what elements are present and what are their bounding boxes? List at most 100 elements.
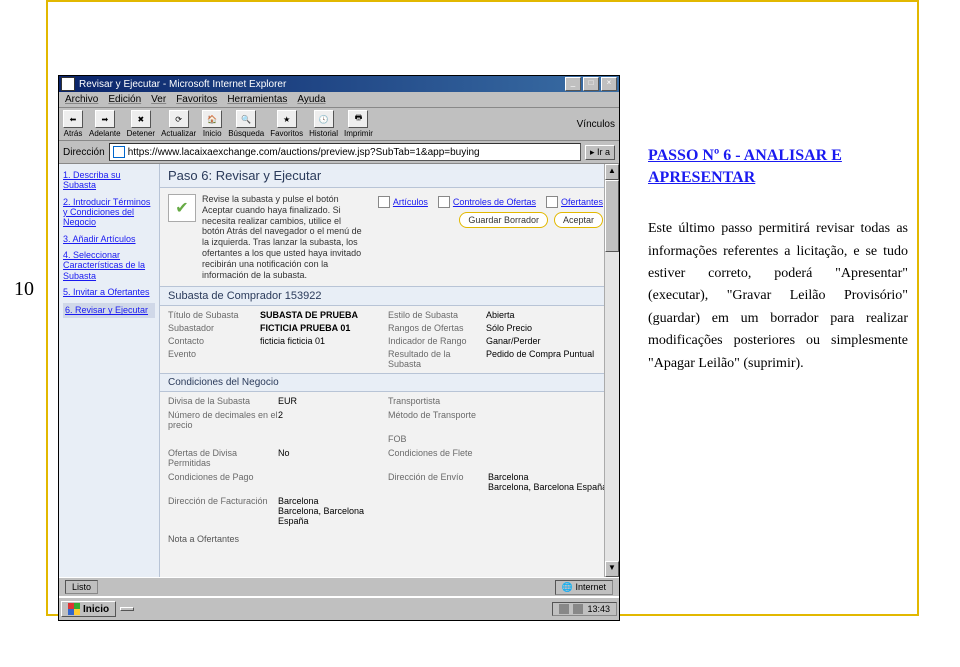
close-button[interactable]: × — [601, 77, 617, 91]
main-panel: Paso 6: Revisar y Ejecutar ✔ Revise la s… — [160, 164, 619, 577]
lbl-evento: Evento — [168, 349, 260, 369]
address-label: Dirección — [63, 147, 105, 158]
ie-window: Revisar y Ejecutar - Microsoft Internet … — [58, 75, 620, 621]
val-fob — [488, 434, 611, 444]
search-button[interactable]: 🔍Búsqueda — [228, 110, 264, 138]
val-decimales: 2 — [278, 410, 388, 430]
lbl-indicador: Indicador de Rango — [388, 336, 486, 346]
val-dir-envio: Barcelona Barcelona, Barcelona España — [488, 472, 611, 492]
wizard-nav: 1. Describa su Subasta 2. Introducir Tér… — [59, 164, 160, 577]
system-tray[interactable]: 13:43 — [552, 602, 617, 616]
windows-logo-icon — [68, 603, 80, 615]
menu-archivo[interactable]: Archivo — [65, 94, 98, 105]
page-number: 10 — [14, 278, 34, 301]
lbl-of-divisa: Ofertas de Divisa Permitidas — [168, 448, 278, 468]
condiciones-grid: Divisa de la Subasta EUR Transportista N… — [160, 392, 619, 530]
page-icon — [113, 146, 125, 158]
val-subastador: FICTICIA PRUEBA 01 — [260, 323, 388, 333]
status-text: Listo — [65, 580, 98, 594]
menu-edicion[interactable]: Edición — [108, 94, 141, 105]
tray-icon[interactable] — [559, 604, 569, 614]
lbl-decimales: Número de decimales en el precio — [168, 410, 278, 430]
home-button[interactable]: 🏠Inicio — [202, 110, 222, 138]
step-title: Paso 6: Revisar y Ejecutar — [160, 164, 619, 188]
lbl-nota: Nota a Ofertantes — [160, 530, 619, 548]
minimize-button[interactable]: _ — [565, 77, 581, 91]
url-text: https://www.lacaixaexchange.com/auctions… — [128, 147, 480, 158]
tab-ofertantes[interactable]: Ofertantes — [546, 196, 603, 208]
lbl-estilo: Estilo de Subasta — [388, 310, 486, 320]
nav-step-3[interactable]: 3. Añadir Artículos — [63, 234, 155, 244]
history-button[interactable]: 🕓Historial — [309, 110, 338, 138]
scroll-thumb[interactable] — [605, 180, 619, 252]
lbl-dir-fact: Dirección de Facturación — [168, 496, 278, 526]
address-input[interactable]: https://www.lacaixaexchange.com/auctions… — [109, 143, 581, 161]
go-button[interactable]: ▸ Ir a — [585, 145, 615, 160]
menu-favoritos[interactable]: Favoritos — [176, 94, 217, 105]
favorites-button[interactable]: ★Favoritos — [270, 110, 303, 138]
val-divisa: EUR — [278, 396, 388, 406]
toolbar: ⬅Atrás ➡Adelante ✖Detener ⟳Actualizar 🏠I… — [59, 108, 619, 141]
lbl-fob: FOB — [388, 434, 488, 444]
val-transportista — [488, 396, 611, 406]
tab-controles[interactable]: Controles de Ofertas — [438, 196, 536, 208]
val-resultado: Pedido de Compra Puntual — [486, 349, 611, 369]
start-button[interactable]: Inicio — [61, 601, 116, 617]
forward-button[interactable]: ➡Adelante — [89, 110, 121, 138]
guardar-borrador-button[interactable]: Guardar Borrador — [459, 212, 548, 228]
step-intro: Revise la subasta y pulse el botón Acept… — [202, 194, 364, 280]
refresh-button[interactable]: ⟳Actualizar — [161, 110, 196, 138]
lbl-subastador: Subastador — [168, 323, 260, 333]
check-icon: ✔ — [168, 194, 196, 222]
content-area: 1. Describa su Subasta 2. Introducir Tér… — [59, 164, 619, 577]
nav-step-1[interactable]: 1. Describa su Subasta — [63, 170, 155, 191]
aceptar-button[interactable]: Aceptar — [554, 212, 603, 228]
lbl-dir-envio: Dirección de Envío — [388, 472, 488, 492]
lbl-cond-flete: Condiciones de Flete — [388, 448, 488, 468]
menubar[interactable]: Archivo Edición Ver Favoritos Herramient… — [59, 92, 619, 108]
val-cond-pago — [278, 472, 388, 492]
lbl-contacto: Contacto — [168, 336, 260, 346]
links-label: Vínculos — [577, 119, 615, 130]
nav-step-6[interactable]: 6. Revisar y Ejecutar — [63, 303, 155, 317]
subasta-header: Subasta de Comprador 153922 — [160, 286, 619, 306]
scroll-up-button[interactable]: ▲ — [605, 164, 619, 180]
lbl-titulo: Título de Subasta — [168, 310, 260, 320]
val-rangos: Sólo Precio — [486, 323, 611, 333]
val-dir-fact: Barcelona Barcelona, Barcelona España — [278, 496, 388, 526]
lbl-divisa: Divisa de la Subasta — [168, 396, 278, 406]
taskbar: Inicio 13:43 — [59, 596, 619, 620]
condiciones-header: Condiciones del Negocio — [160, 373, 619, 392]
zone-indicator: 🌐 Internet — [555, 580, 613, 595]
val-contacto: ficticia ficticia 01 — [260, 336, 388, 346]
maximize-button[interactable]: □ — [583, 77, 599, 91]
val-estilo: Abierta — [486, 310, 611, 320]
tray-icon[interactable] — [573, 604, 583, 614]
step-heading: PASSO Nº 6 - ANALISAR E APRESENTAR — [648, 145, 908, 188]
stop-button[interactable]: ✖Detener — [127, 110, 155, 138]
subasta-info: Título de Subasta SUBASTA DE PRUEBA Esti… — [160, 306, 619, 373]
nav-step-4[interactable]: 4. Seleccionar Características de la Sub… — [63, 250, 155, 281]
taskbar-item[interactable] — [120, 607, 134, 611]
step-body: Este último passo permitirá revisar toda… — [648, 218, 908, 375]
val-metodo — [488, 410, 611, 430]
back-button[interactable]: ⬅Atrás — [63, 110, 83, 138]
vertical-scrollbar[interactable]: ▲ ▼ — [604, 164, 619, 577]
val-indicador: Ganar/Perder — [486, 336, 611, 346]
ie-icon — [61, 77, 75, 91]
menu-ayuda[interactable]: Ayuda — [297, 94, 325, 105]
print-button[interactable]: 🖶Imprimir — [344, 110, 373, 138]
statusbar: Listo 🌐 Internet — [59, 577, 619, 596]
right-column: PASSO Nº 6 - ANALISAR E APRESENTAR Este … — [648, 145, 908, 375]
lbl-cond-pago: Condiciones de Pago — [168, 472, 278, 492]
window-title: Revisar y Ejecutar - Microsoft Internet … — [79, 79, 286, 90]
val-evento — [260, 349, 388, 369]
scroll-down-button[interactable]: ▼ — [605, 561, 619, 577]
menu-herramientas[interactable]: Herramientas — [227, 94, 287, 105]
menu-ver[interactable]: Ver — [151, 94, 166, 105]
scroll-track[interactable] — [605, 180, 619, 561]
lbl-resultado: Resultado de la Subasta — [388, 349, 486, 369]
nav-step-5[interactable]: 5. Invitar a Ofertantes — [63, 287, 155, 297]
nav-step-2[interactable]: 2. Introducir Términos y Condiciones del… — [63, 197, 155, 228]
tab-articulos[interactable]: Artículos — [378, 196, 428, 208]
